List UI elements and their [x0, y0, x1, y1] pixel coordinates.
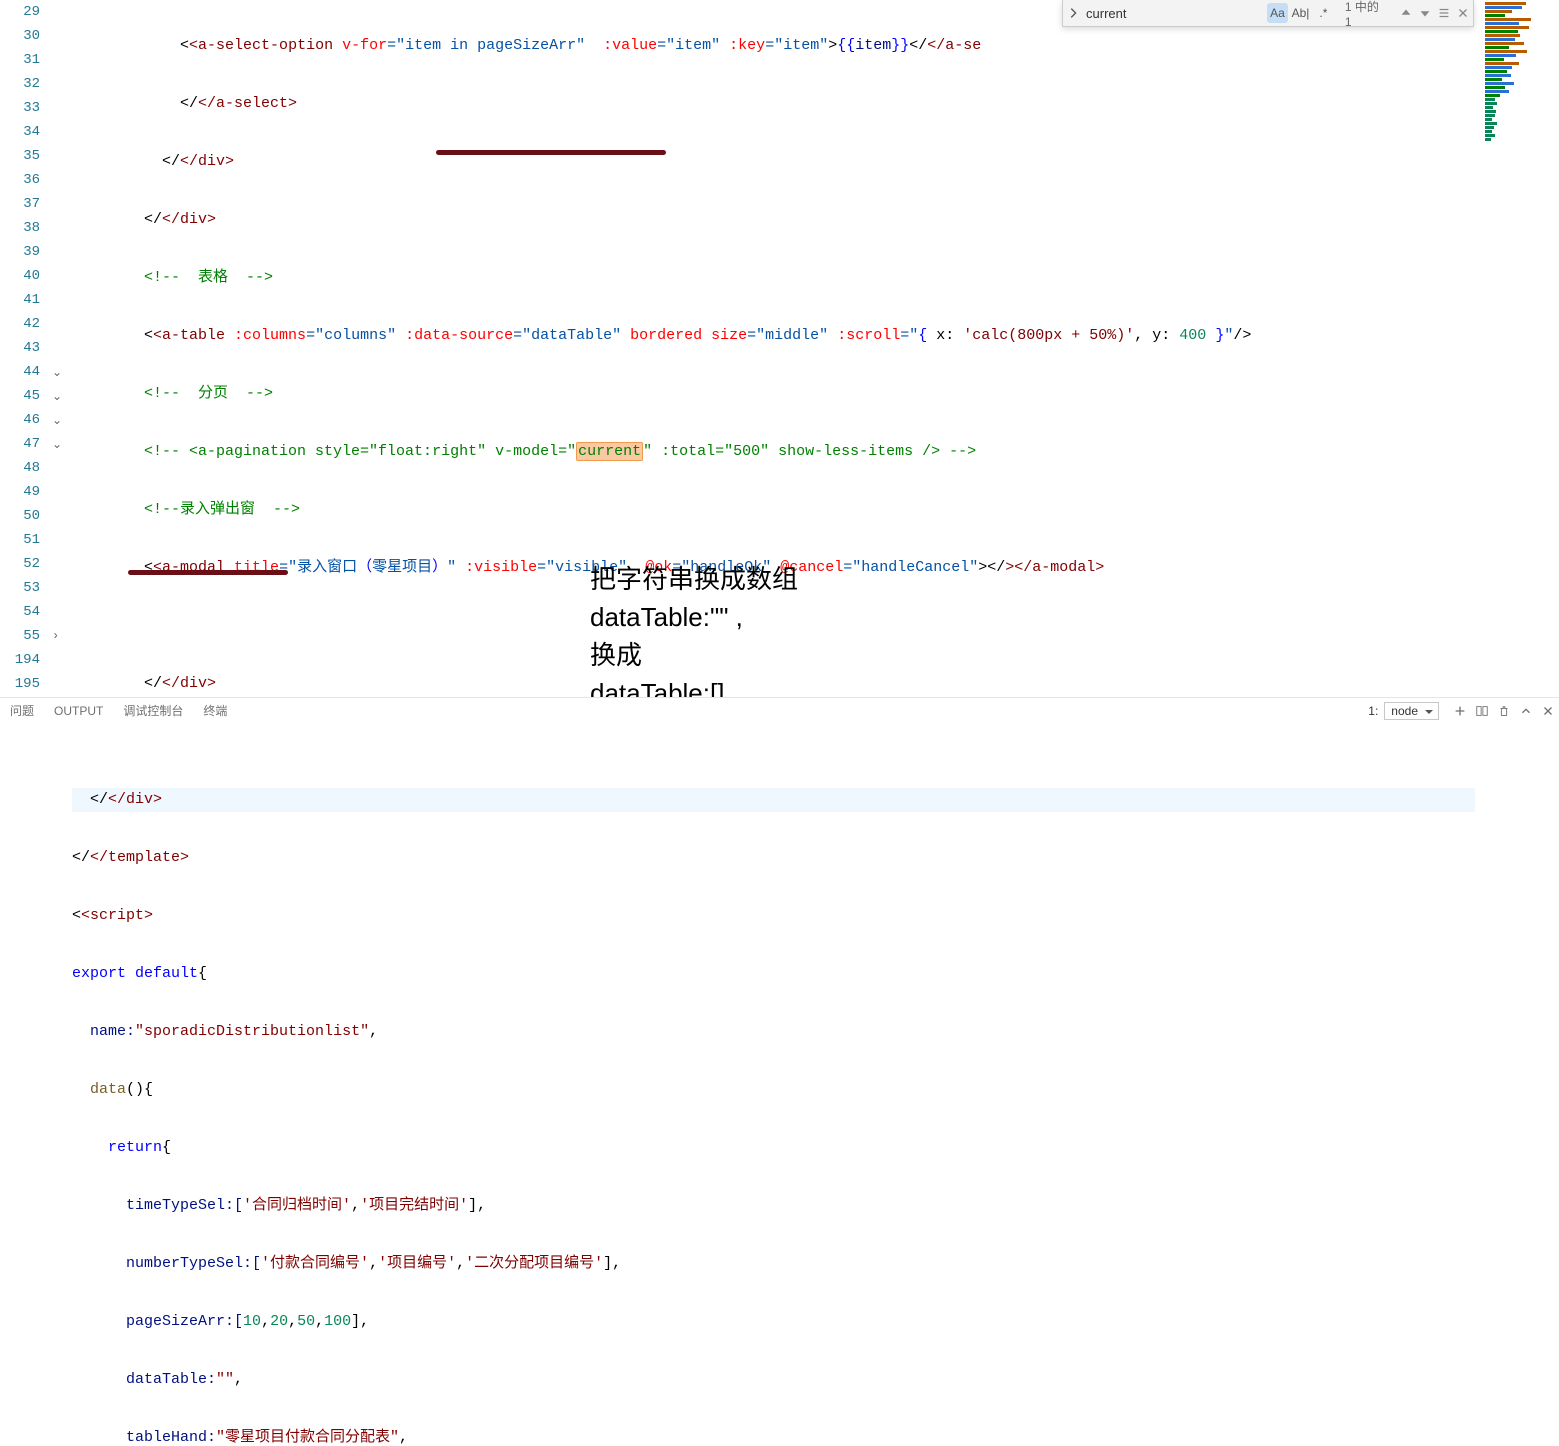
- line-number: 52: [0, 552, 52, 576]
- line-number-gutter: 2930313233343536373839404142434445464748…: [0, 0, 52, 696]
- panel-tab-terminal[interactable]: 终端: [193, 702, 237, 719]
- annotation-underline: [128, 570, 288, 575]
- fold-chevron-icon[interactable]: ›: [52, 629, 59, 643]
- line-number: 30: [0, 24, 52, 48]
- line-number: 37: [0, 192, 52, 216]
- whole-word-toggle[interactable]: Ab|: [1290, 3, 1311, 23]
- bottom-panel-bar: 问题 OUTPUT 调试控制台 终端 1: node: [0, 697, 1559, 723]
- find-input[interactable]: [1082, 3, 1266, 23]
- line-number: 51: [0, 528, 52, 552]
- code-editor[interactable]: 2930313233343536373839404142434445464748…: [0, 0, 1559, 698]
- fold-chevron-icon[interactable]: ⌄: [52, 437, 62, 452]
- annotation-text: 把字符串换成数组 dataTable:"" , 换成 dataTable:[],: [590, 560, 798, 712]
- line-number: 49: [0, 480, 52, 504]
- line-number: 42: [0, 312, 52, 336]
- line-number: 31: [0, 48, 52, 72]
- line-number: 53: [0, 576, 52, 600]
- maximize-panel-icon[interactable]: [1515, 700, 1537, 722]
- line-number: 38: [0, 216, 52, 240]
- line-number: 48: [0, 456, 52, 480]
- close-panel-icon[interactable]: [1537, 700, 1559, 722]
- line-number: 47: [0, 432, 52, 456]
- fold-chevron-icon[interactable]: ⌄: [52, 413, 62, 428]
- line-number: 55: [0, 624, 52, 648]
- find-in-selection-icon[interactable]: [1435, 3, 1454, 23]
- line-number: 195: [0, 672, 52, 696]
- panel-tab-debug[interactable]: 调试控制台: [113, 702, 193, 719]
- panel-tab-problems[interactable]: 问题: [0, 702, 44, 719]
- line-number: 34: [0, 120, 52, 144]
- terminal-selector[interactable]: node: [1384, 702, 1439, 720]
- line-number: 29: [0, 0, 52, 24]
- annotation-underline: [436, 150, 666, 155]
- line-number: 39: [0, 240, 52, 264]
- find-widget: Aa Ab| .* 1 中的 1: [1062, 0, 1474, 27]
- fold-chevron-icon[interactable]: ⌄: [52, 389, 62, 404]
- search-match-highlight: current: [576, 442, 643, 461]
- find-result-count: 1 中的 1: [1335, 0, 1397, 29]
- code-area[interactable]: <<a-select-option v-for="item in pageSiz…: [72, 0, 1475, 1446]
- line-number: 40: [0, 264, 52, 288]
- toggle-replace-icon[interactable]: [1063, 0, 1082, 26]
- code-token: <a-select-option: [189, 37, 333, 54]
- split-terminal-icon[interactable]: [1471, 700, 1493, 722]
- line-number: 43: [0, 336, 52, 360]
- line-number: 35: [0, 144, 52, 168]
- next-match-icon[interactable]: [1416, 3, 1435, 23]
- panel-tab-output[interactable]: OUTPUT: [44, 704, 113, 718]
- minimap[interactable]: [1479, 0, 1559, 673]
- match-case-toggle[interactable]: Aa: [1267, 3, 1288, 23]
- line-number: 45: [0, 384, 52, 408]
- terminal-index-label: 1:: [1368, 704, 1378, 718]
- new-terminal-icon[interactable]: [1449, 700, 1471, 722]
- close-find-icon[interactable]: [1454, 3, 1473, 23]
- current-line-highlight: </</div>: [72, 788, 1475, 812]
- line-number: 54: [0, 600, 52, 624]
- previous-match-icon[interactable]: [1397, 3, 1416, 23]
- line-number: 194: [0, 648, 52, 672]
- line-number: 44: [0, 360, 52, 384]
- line-number: 50: [0, 504, 52, 528]
- fold-chevron-icon[interactable]: ⌄: [52, 365, 62, 380]
- line-number: 32: [0, 72, 52, 96]
- kill-terminal-icon[interactable]: [1493, 700, 1515, 722]
- regex-toggle[interactable]: .*: [1313, 3, 1334, 23]
- line-number: 36: [0, 168, 52, 192]
- line-number: 46: [0, 408, 52, 432]
- line-number: 41: [0, 288, 52, 312]
- line-number: 33: [0, 96, 52, 120]
